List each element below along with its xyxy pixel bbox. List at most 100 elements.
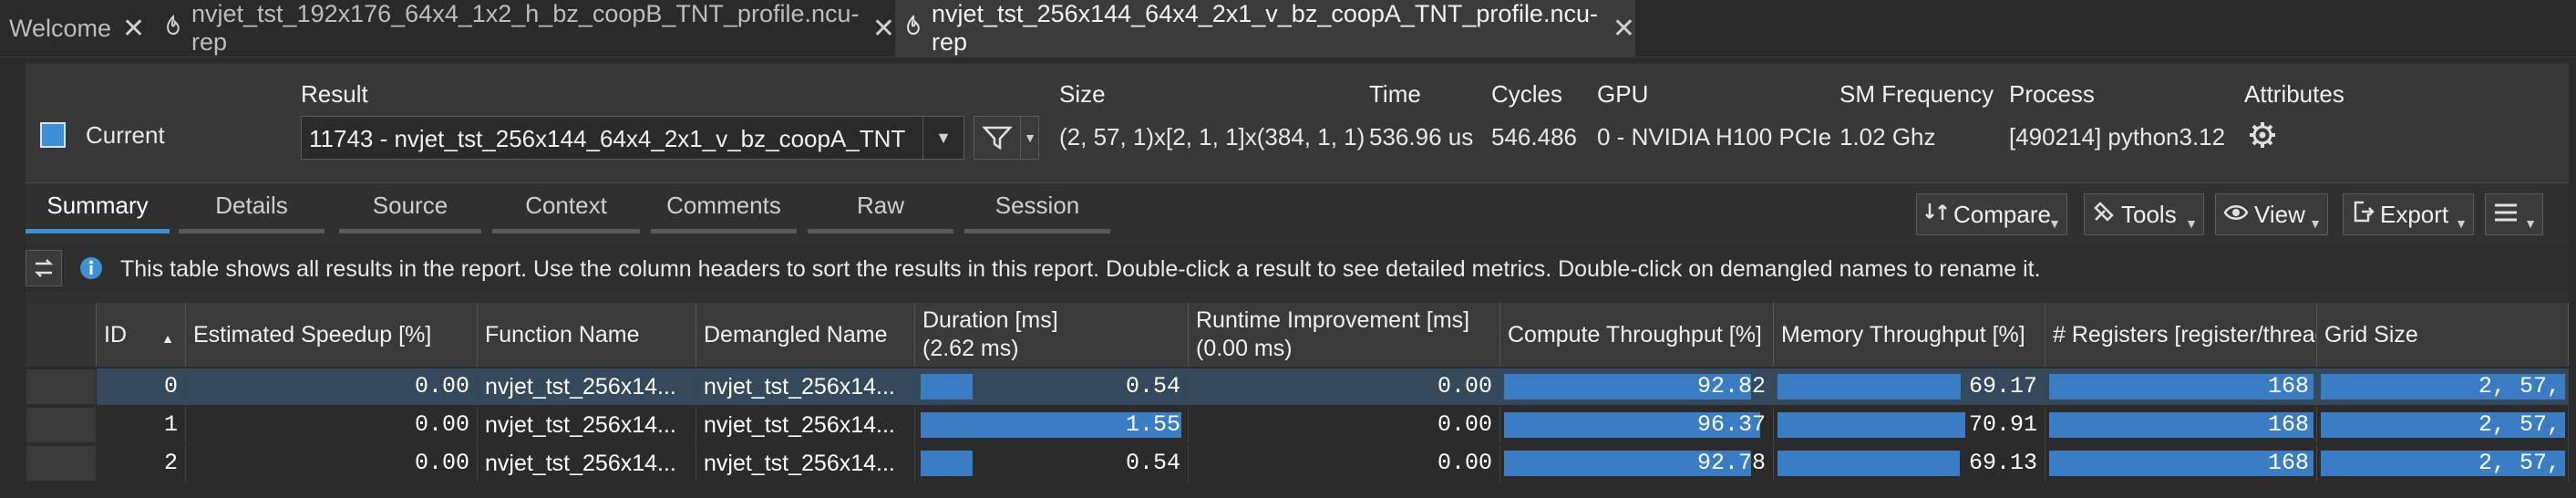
tab-context[interactable]: Context (492, 192, 640, 233)
column-header-sublabel: (2.62 ms) (922, 336, 1019, 361)
value-text: 168 (2267, 450, 2309, 476)
value-text: 2, 57, (2478, 373, 2561, 399)
function-name-cell: nvjet_tst_256x14... (478, 368, 696, 405)
tab-raw[interactable]: Raw (808, 192, 953, 233)
filter-button[interactable]: ▼ (974, 116, 1039, 160)
memory-throughput-cell: 69.13 (1774, 445, 2045, 482)
row-header[interactable] (26, 368, 97, 405)
close-icon[interactable]: ✕ (122, 13, 145, 45)
column-header-label: Duration [ms] (922, 307, 1058, 333)
row-header-corner (26, 303, 97, 367)
compute-throughput-cell: 92.78 (1500, 445, 1774, 482)
export-button[interactable]: Export ▼ (2343, 193, 2474, 235)
gear-icon[interactable] (2248, 120, 2277, 154)
value-text: 70.91 (1968, 411, 2037, 438)
tools-icon (2092, 200, 2116, 230)
tab-details-label: Details (215, 192, 288, 219)
tab-report-coopB[interactable]: nvjet_tst_192x176_64x4_1x2_h_bz_coopB_TN… (155, 0, 895, 57)
duration-cell: 1.55 (915, 407, 1189, 443)
value-text: 2, 57, (2478, 450, 2561, 476)
registers-cell: 168 (2045, 407, 2317, 443)
attributes-label: Attributes (2244, 80, 2344, 108)
tab-summary[interactable]: Summary (26, 192, 170, 233)
swap-icon (32, 256, 56, 285)
sm-frequency-label: SM Frequency (1839, 80, 1994, 108)
column-header-runtime-improvement[interactable]: Runtime Improvement [ms] (0.00 ms) (1189, 303, 1500, 367)
chevron-down-icon: ▼ (2185, 216, 2198, 231)
value-text: 96.37 (1696, 411, 1766, 438)
column-header-estimated-speedup[interactable]: Estimated Speedup [%] (186, 303, 478, 367)
column-header-compute-throughput[interactable]: Compute Throughput [%] (1500, 303, 1774, 367)
value-bar (921, 374, 973, 399)
close-icon[interactable]: ✕ (872, 13, 895, 45)
compute-throughput-cell: 92.82 (1500, 368, 1774, 405)
eye-icon (2223, 201, 2249, 229)
tab-raw-label: Raw (856, 192, 904, 219)
close-icon[interactable]: ✕ (1613, 13, 1635, 45)
compare-icon (1924, 200, 1948, 230)
info-icon (78, 255, 104, 285)
tab-context-label: Context (525, 192, 607, 219)
registers-cell: 168 (2045, 368, 2317, 405)
sort-up-icon: ▲ (161, 331, 174, 346)
tab-comments[interactable]: Comments (651, 192, 797, 233)
runtime-improvement-cell: 0.00 (1189, 445, 1500, 482)
result-select[interactable]: 11743 - nvjet_tst_256x144_64x4_2x1_v_bz_… (301, 116, 964, 160)
value-text: 2, 57, (2478, 411, 2561, 438)
swap-button[interactable] (26, 250, 62, 286)
tab-source-label: Source (372, 192, 448, 219)
compare-button[interactable]: Compare ▼ (1916, 193, 2067, 235)
row-header[interactable] (26, 445, 97, 482)
tab-label: Welcome (9, 14, 112, 42)
view-button[interactable]: View ▼ (2215, 193, 2328, 235)
value-bar (1777, 374, 1961, 399)
function-name-cell: nvjet_tst_256x14... (478, 445, 696, 482)
process-label: Process (2009, 80, 2095, 108)
value-text: 168 (2267, 373, 2309, 399)
column-header-duration[interactable]: Duration [ms] (2.62 ms) (915, 303, 1189, 367)
value-bar (1777, 451, 1960, 476)
value-text: 0.54 (1125, 450, 1180, 476)
tools-button[interactable]: Tools ▼ (2084, 193, 2204, 235)
menu-button[interactable]: ▼ (2485, 193, 2543, 235)
value-text: 1.55 (1125, 411, 1180, 438)
time-label: Time (1369, 80, 1421, 108)
sm-frequency-value: 1.02 Ghz (1839, 123, 1936, 150)
tab-source[interactable]: Source (339, 192, 481, 233)
id-cell: 1 (97, 407, 186, 443)
column-header-grid-size[interactable]: Grid Size (2317, 303, 2569, 367)
value-text: 168 (2267, 411, 2309, 438)
tab-session[interactable]: Session (964, 192, 1110, 233)
row-header[interactable] (26, 407, 97, 443)
chevron-down-icon[interactable]: ▼ (922, 117, 963, 159)
chevron-down-icon[interactable]: ▼ (1020, 117, 1039, 159)
registers-cell: 168 (2045, 445, 2317, 482)
column-header-label: Compute Throughput [%] (1508, 322, 1762, 348)
column-header-label: Function Name (485, 322, 640, 348)
tab-details[interactable]: Details (179, 192, 325, 233)
column-header-function-name[interactable]: Function Name (478, 303, 696, 367)
process-value: [490214] python3.12 (2009, 123, 2226, 150)
column-header-id[interactable]: ID ▲ (97, 303, 186, 367)
value-text: 69.17 (1968, 373, 2037, 399)
column-header-demangled-name[interactable]: Demangled Name (696, 303, 915, 367)
flame-icon (904, 14, 922, 43)
compare-label: Compare (1953, 200, 2051, 228)
size-value: (2, 57, 1)x[2, 1, 1]x(384, 1, 1) (1059, 123, 1365, 150)
speedup-cell: 0.00 (186, 445, 478, 482)
result-select-value: 11743 - nvjet_tst_256x144_64x4_2x1_v_bz_… (309, 125, 906, 152)
value-text: 92.82 (1696, 373, 1766, 399)
value-bar (1777, 412, 1965, 438)
column-header-registers[interactable]: # Registers [register/thread] (2045, 303, 2317, 367)
column-header-memory-throughput[interactable]: Memory Throughput [%] (1774, 303, 2045, 367)
filter-icon (982, 124, 1013, 156)
current-checkbox[interactable] (40, 122, 66, 148)
grid-size-cell: 2, 57, (2317, 407, 2569, 443)
tools-label: Tools (2121, 200, 2177, 228)
tab-welcome[interactable]: Welcome ✕ (0, 0, 148, 57)
cycles-value: 546.486 (1491, 123, 1577, 150)
tab-report-coopA[interactable]: nvjet_tst_256x144_64x4_2x1_v_bz_coopA_TN… (895, 0, 1635, 57)
document-tab-bar: Welcome ✕ nvjet_tst_192x176_64x4_1x2_h_b… (0, 0, 2576, 57)
view-label: View (2254, 200, 2305, 228)
value-text: 92.78 (1696, 450, 1766, 476)
